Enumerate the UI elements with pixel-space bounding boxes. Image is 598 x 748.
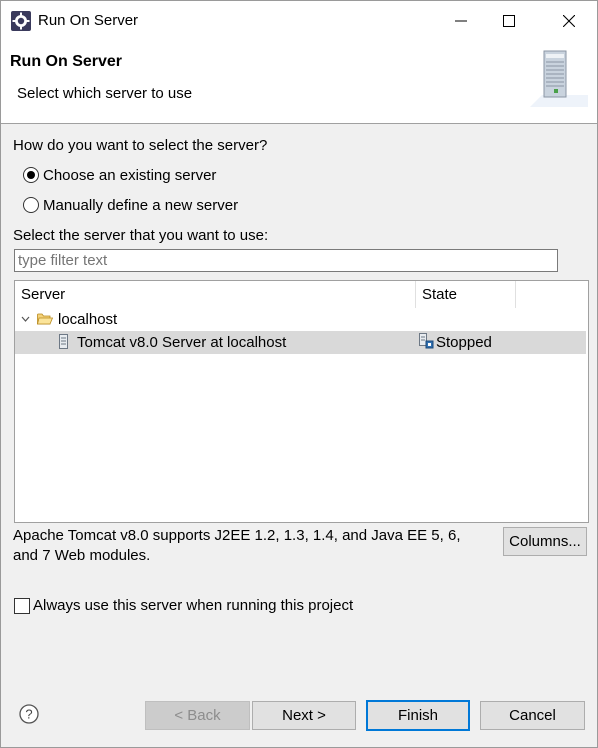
filter-label: Select the server that you want to use: (13, 227, 269, 244)
tree-group-row[interactable]: localhost (15, 308, 586, 331)
filter-input[interactable] (14, 249, 558, 272)
minimize-icon (455, 20, 467, 22)
wizard-banner: Run On Server Select which server to use (1, 41, 597, 124)
select-server-question: How do you want to select the server? (13, 137, 268, 154)
close-icon (563, 15, 575, 27)
server-stopped-icon (419, 333, 434, 349)
column-header-state[interactable]: State (416, 281, 515, 308)
column-header-server[interactable]: Server (15, 281, 415, 308)
maximize-button[interactable] (485, 1, 533, 41)
server-description-line2: and 7 Web modules. (13, 547, 151, 564)
server-description-line1: Apache Tomcat v8.0 supports J2EE 1.2, 1.… (13, 527, 461, 544)
server-table[interactable]: Server State localhost Tomcat v8.0 Serve… (14, 280, 589, 523)
maximize-icon (503, 15, 515, 27)
svg-text:?: ? (25, 707, 32, 722)
group-label: localhost (58, 311, 118, 328)
finish-button[interactable]: Finish (366, 700, 470, 731)
next-button[interactable]: Next > (252, 701, 356, 730)
radio-existing-label[interactable]: Choose an existing server (43, 167, 216, 184)
server-tower-icon (530, 50, 588, 107)
radio-new-label[interactable]: Manually define a new server (43, 197, 238, 214)
server-name: Tomcat v8.0 Server at localhost (77, 334, 287, 351)
chevron-down-icon[interactable] (21, 316, 30, 323)
eclipse-gear-icon (11, 11, 31, 31)
dialog-window: Run On Server Run On Server Select which… (0, 0, 598, 748)
back-button[interactable]: < Back (145, 701, 250, 730)
column-separator[interactable] (515, 281, 516, 308)
folder-open-icon (37, 313, 53, 325)
always-use-checkbox[interactable] (14, 598, 30, 614)
radio-existing-server[interactable] (23, 167, 39, 183)
banner-title: Run On Server (10, 53, 123, 70)
radio-selected-dot (27, 171, 35, 179)
banner-subtitle: Select which server to use (17, 85, 193, 102)
server-icon (59, 334, 68, 349)
columns-button[interactable]: Columns... (503, 527, 587, 556)
window-title: Run On Server (38, 12, 139, 29)
help-icon[interactable]: ? (19, 704, 39, 724)
cancel-button[interactable]: Cancel (480, 701, 585, 730)
minimize-button[interactable] (437, 1, 485, 41)
server-state: Stopped (436, 334, 492, 351)
title-bar: Run On Server (1, 1, 597, 41)
radio-new-server[interactable] (23, 197, 39, 213)
always-use-label[interactable]: Always use this server when running this… (33, 597, 353, 614)
table-row[interactable]: Tomcat v8.0 Server at localhost Stopped (15, 331, 586, 354)
close-window-button[interactable] (545, 1, 593, 41)
